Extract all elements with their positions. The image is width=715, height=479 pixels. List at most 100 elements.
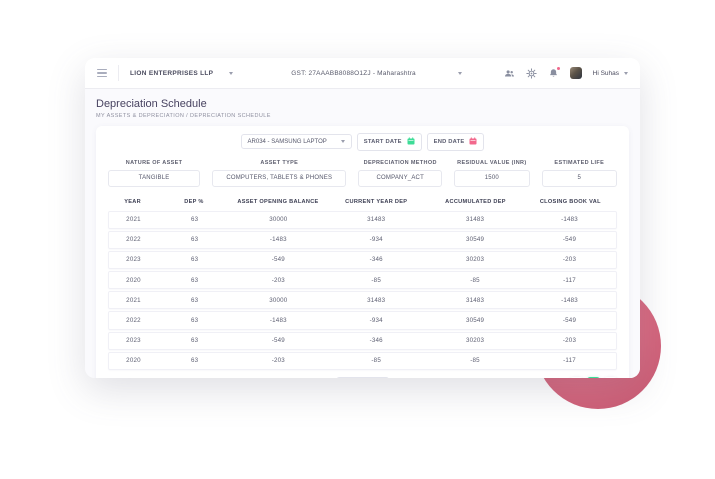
avatar[interactable] [570,67,582,79]
table-cell: -203 [523,337,616,344]
table-cell: 30000 [231,297,325,304]
table-cell: 30203 [427,256,523,263]
chevron-down-icon [229,72,233,75]
screen-background: LION ENTERPRISES LLP GST: 27AAABB8088O1Z… [0,0,715,479]
field-value: COMPUTERS, TABLETS & PHONES [212,170,346,187]
field-label: RESIDUAL VALUE (INR) [457,160,526,166]
table-cell: 63 [158,256,231,263]
field-nature-of-asset: NATURE OF ASSET TANGIBLE [108,160,200,187]
chevron-down-icon [341,140,345,143]
column-header: CLOSING BOOK VAL [524,199,617,205]
table-cell: -1483 [523,216,616,223]
table-cell: -203 [231,357,325,364]
company-selector[interactable]: LION ENTERPRISES LLP [130,70,233,77]
greeting-label: Hi Suhas [593,70,619,77]
company-name: LION ENTERPRISES LLP [130,70,213,77]
table-cell: -85 [427,277,523,284]
gst-selector[interactable]: GST: 27AAABB8088O1ZJ - Maharashtra [291,70,462,77]
table-cell: -934 [325,317,427,324]
table-cell: -1483 [231,236,325,243]
app-window: LION ENTERPRISES LLP GST: 27AAABB8088O1Z… [85,58,640,378]
content-area: Depreciation Schedule MY ASSETS & DEPREC… [85,89,640,378]
table-cell: -117 [523,277,616,284]
table-cell: 30549 [427,317,523,324]
table-cell: -85 [325,277,427,284]
notification-badge [556,66,562,72]
top-bar: LION ENTERPRISES LLP GST: 27AAABB8088O1Z… [85,58,640,89]
filter-row: AR034 - SAMSUNG LAPTOP START DATE END DA… [108,133,617,151]
table-cell: 2020 [109,277,158,284]
column-header: CURRENT YEAR DEP [325,199,427,205]
asset-detail-fields: NATURE OF ASSET TANGIBLE ASSET TYPE COMP… [108,160,617,187]
asset-select-value: AR034 - SAMSUNG LAPTOP [248,139,327,145]
field-asset-type: ASSET TYPE COMPUTERS, TABLETS & PHONES [212,160,346,187]
bell-icon[interactable] [548,68,559,79]
current-page-button[interactable]: 1 [587,377,600,378]
show-per-page-button[interactable]: SHOW 10 [336,377,390,378]
calendar-end-icon [469,137,477,147]
table-cell: 31483 [427,297,523,304]
table-cell: -203 [523,256,616,263]
table-cell: 30203 [427,337,523,344]
user-menu[interactable]: Hi Suhas [593,70,628,77]
calendar-start-icon [407,137,415,147]
field-residual-value: RESIDUAL VALUE (INR) 1500 [454,160,529,187]
field-label: ASSET TYPE [260,160,298,166]
table-cell: 63 [158,337,231,344]
page-title: Depreciation Schedule [96,98,629,110]
table-cell: 63 [158,317,231,324]
table-cell: 2023 [109,256,158,263]
field-value: COMPANY_ACT [358,170,442,187]
field-value: TANGIBLE [108,170,200,187]
pager: ← 1 → [570,377,617,378]
table-cell: 2022 [109,317,158,324]
column-header: DEP % [157,199,231,205]
table-row: 202263-1483-93430549-549 [108,311,617,329]
table-cell: -117 [523,357,616,364]
schedule-panel: AR034 - SAMSUNG LAPTOP START DATE END DA… [96,126,629,379]
gear-icon[interactable] [526,68,537,79]
table-cell: -549 [523,317,616,324]
table-cell: 31483 [325,216,427,223]
table-cell: -203 [231,277,325,284]
table-cell: -1483 [231,317,325,324]
table-cell: 63 [158,297,231,304]
table-row: 202163300003148331483-1483 [108,211,617,229]
table-rows: 202163300003148331483-1483202263-1483-93… [108,211,617,371]
table-cell: -549 [523,236,616,243]
end-date-button[interactable]: END DATE [427,133,485,151]
asset-select[interactable]: AR034 - SAMSUNG LAPTOP [241,134,352,149]
table-cell: -346 [325,337,427,344]
table-header: YEAR DEP % ASSET OPENING BALANCE CURRENT… [108,196,617,211]
table-cell: 63 [158,236,231,243]
table-cell: -85 [427,357,523,364]
next-page-button[interactable]: → [604,377,617,378]
menu-icon[interactable] [97,69,107,77]
field-label: ESTIMATED LIFE [554,160,604,166]
pagination-bar: SHOW 10 ← 1 → [108,377,617,378]
table-cell: -346 [325,256,427,263]
field-estimated-life: ESTIMATED LIFE 5 [542,160,617,187]
field-value: 1500 [454,170,529,187]
table-cell: 2021 [109,216,158,223]
start-date-button[interactable]: START DATE [357,133,422,151]
column-header: ASSET OPENING BALANCE [231,199,325,205]
prev-page-button[interactable]: ← [570,377,583,378]
column-header: YEAR [108,199,157,205]
table-row: 202163300003148331483-1483 [108,291,617,309]
topbar-actions: Hi Suhas [504,67,628,79]
chevron-down-icon [458,72,462,75]
users-icon[interactable] [504,68,515,79]
table-cell: 2023 [109,337,158,344]
table-cell: 2020 [109,357,158,364]
gst-label: GST: 27AAABB8088O1ZJ - Maharashtra [291,70,416,77]
end-date-label: END DATE [434,139,465,145]
table-row: 202363-549-34630203-203 [108,332,617,350]
table-row: 202063-203-85-85-117 [108,271,617,289]
table-cell: -549 [231,256,325,263]
table-cell: 63 [158,357,231,364]
field-value: 5 [542,170,617,187]
topbar-divider [118,65,119,81]
table-cell: -549 [231,337,325,344]
table-row: 202363-549-34630203-203 [108,251,617,269]
